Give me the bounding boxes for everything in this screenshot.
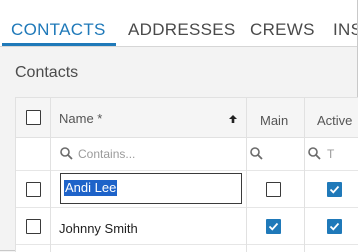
grid-header-row: Name * Main Active	[16, 98, 358, 138]
tab-crews[interactable]: CREWS	[250, 20, 315, 40]
table-row[interactable]: Johnny Smith	[16, 208, 358, 245]
tab-addresses[interactable]: ADDRESSES	[128, 20, 236, 40]
column-header-name[interactable]: Name *	[59, 111, 102, 126]
contacts-panel: CONTACTS ADDRESSES CREWS INS Contacts Na…	[0, 0, 358, 252]
name-filter-input[interactable]: Contains...	[78, 147, 135, 161]
column-divider	[304, 98, 305, 252]
row-select-checkbox[interactable]	[26, 219, 41, 234]
search-icon[interactable]	[250, 147, 263, 160]
selected-name-text: Andi Lee	[64, 180, 118, 196]
tab-ins[interactable]: INS	[333, 20, 357, 40]
sort-up-icon[interactable]	[229, 115, 237, 123]
grid-filter-row: Contains... T	[16, 138, 358, 171]
checkmark-icon	[329, 222, 340, 231]
search-icon[interactable]	[308, 147, 321, 160]
active-checkbox[interactable]	[327, 219, 342, 234]
column-header-main[interactable]: Main	[260, 113, 288, 128]
column-divider	[246, 98, 247, 252]
contact-name-cell[interactable]: Johnny Smith	[59, 221, 138, 236]
active-filter-input[interactable]: T	[327, 147, 334, 161]
search-icon	[60, 147, 73, 160]
row-select-checkbox[interactable]	[26, 182, 41, 197]
checkmark-icon	[329, 185, 340, 194]
column-header-active[interactable]: Active	[317, 113, 352, 128]
contacts-grid: Name * Main Active Contains... T Johnny …	[15, 97, 358, 252]
active-checkbox[interactable]	[327, 182, 342, 197]
name-edit-input[interactable]: Andi Lee	[60, 173, 242, 204]
tab-bar: CONTACTS ADDRESSES CREWS INS	[0, 0, 357, 47]
main-checkbox[interactable]	[266, 219, 281, 234]
main-checkbox[interactable]	[266, 182, 281, 197]
section-title: Contacts	[15, 64, 79, 81]
select-all-checkbox[interactable]	[26, 110, 41, 125]
active-tab-indicator	[2, 43, 116, 46]
column-divider	[50, 98, 51, 252]
checkmark-icon	[268, 222, 279, 231]
tab-contacts[interactable]: CONTACTS	[11, 20, 106, 40]
